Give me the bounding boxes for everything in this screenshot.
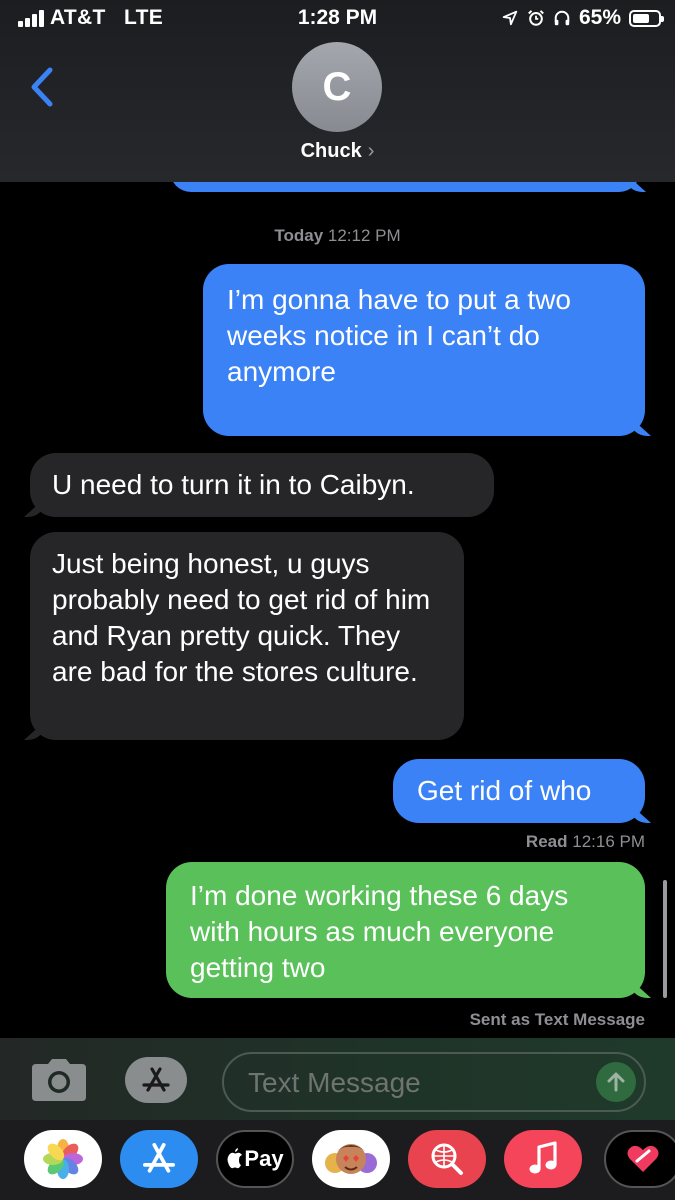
apple-pay-button[interactable]: Pay [216,1130,294,1188]
photos-app-icon [43,1139,83,1179]
conversation-header: AT&T LTE 1:28 PM 65% C Chuck › [0,0,675,182]
alarm-icon [528,10,544,26]
apple-pay-icon [227,1148,243,1169]
message-text: I’m gonna have to put a two weeks notice… [227,284,571,387]
app-drawer: Pay [0,1120,675,1200]
status-icons: 65% [501,6,664,30]
web-search-icon [431,1143,463,1175]
headphones-icon [554,10,570,26]
memoji-stickers-icon [325,1144,377,1174]
timestamp-day: Today [274,226,324,245]
message-text: Just being honest, u guys probably need … [52,548,431,687]
photos-app-button[interactable] [24,1130,102,1188]
sent-as-text-note: Sent as Text Message [469,1010,645,1029]
apple-pay-label: Pay [244,1146,284,1171]
outgoing-message-bubble[interactable]: Get rid of who [393,759,645,823]
message-text: U need to turn it in to Caibyn. [52,469,415,500]
memoji-stickers-button[interactable] [312,1130,390,1188]
status-bar: AT&T LTE 1:28 PM 65% [0,0,675,38]
outgoing-message-bubble[interactable]: I’m gonna have to put a two weeks notice… [203,264,645,436]
message-text: I’m done working these 6 days with hours… [190,880,569,983]
battery-percent: 65% [578,6,621,29]
message-input[interactable]: Text Message [222,1052,646,1112]
avatar-initial: C [322,64,352,109]
arrow-up-icon [607,1072,625,1092]
app-store-apps-button[interactable] [125,1057,187,1103]
read-time: 12:16 PM [572,832,645,851]
incoming-message-bubble[interactable]: U need to turn it in to Caibyn. [30,453,494,517]
battery-icon [629,9,664,27]
compose-bar: Text Message [0,1038,675,1120]
camera-icon [32,1059,86,1101]
location-arrow-icon [502,10,518,26]
digital-touch-icon [627,1145,659,1172]
music-app-button[interactable] [504,1130,582,1188]
read-receipt: Read 12:16 PM [526,832,645,852]
back-button[interactable] [24,62,64,112]
camera-button[interactable] [30,1058,88,1102]
music-note-icon [529,1141,557,1174]
read-label: Read [525,832,568,851]
timestamp-time: 12:12 PM [327,226,401,245]
message-input-placeholder: Text Message [248,1067,421,1098]
digital-touch-button[interactable] [604,1130,675,1188]
app-store-app-button[interactable] [120,1130,198,1188]
contact-name: Chuck [300,140,362,162]
web-search-button[interactable] [408,1130,486,1188]
outgoing-sms-bubble[interactable]: I’m done working these 6 days with hours… [166,862,645,998]
chevron-right-icon: › [367,140,375,162]
app-store-icon [143,1143,175,1173]
scroll-indicator[interactable] [663,880,667,998]
conversation-timestamp: Today 12:12 PM [0,226,675,246]
message-text: Get rid of who [417,775,592,806]
contact-avatar[interactable]: C [292,42,382,132]
incoming-message-bubble[interactable]: Just being honest, u guys probably need … [30,532,464,740]
app-store-icon [142,1067,170,1092]
contact-name-button[interactable]: Chuck › [0,140,675,163]
chevron-left-icon [31,67,53,107]
send-button[interactable] [596,1062,636,1102]
